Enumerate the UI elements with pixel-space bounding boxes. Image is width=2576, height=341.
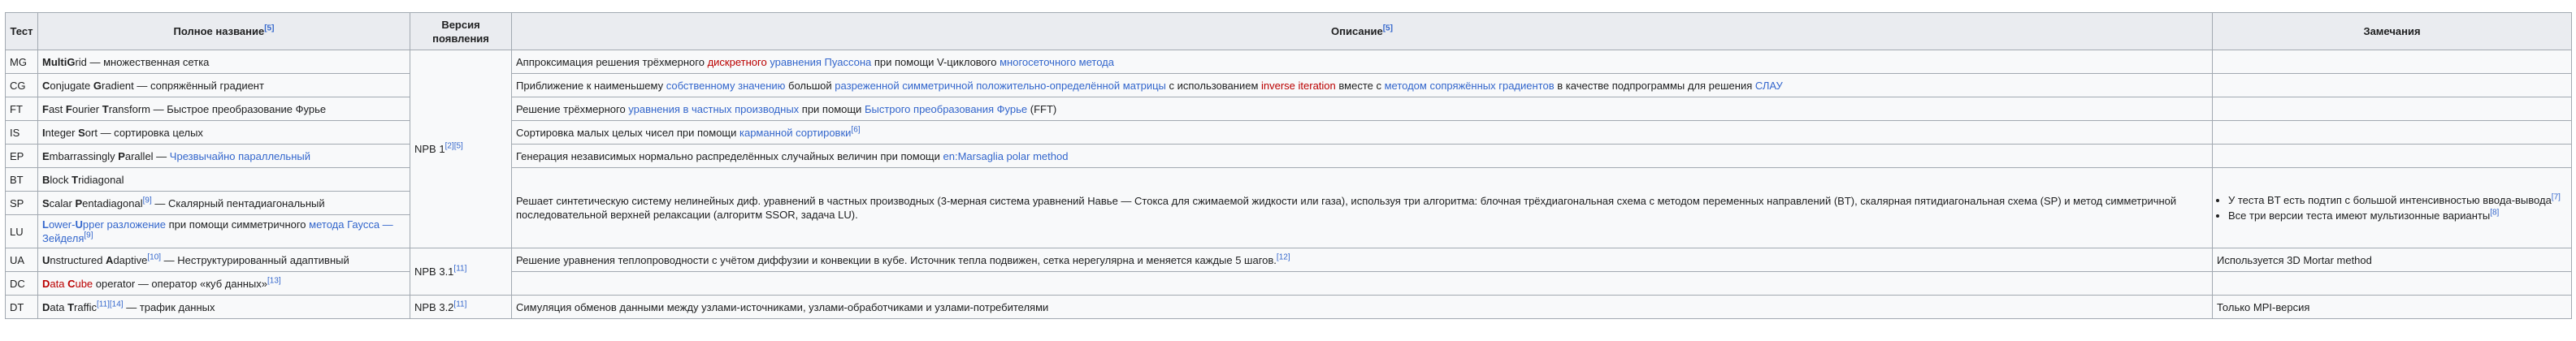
table-row: UA Unstructured Adaptive[10] — Неструкту… [5,248,2572,296]
npb-benchmarks-table: Тест Полное название[5] Версия появления… [5,12,2572,319]
footnote-ref[interactable]: [11] [453,265,466,274]
table-row: DT Data Traffic[11][14] — трафик данных … [5,295,2572,319]
notes-cell: Только MPI-версия [2212,295,2572,319]
version-cell: NPB 3.1[11] [410,248,512,296]
footnote-ref[interactable]: [6] [851,125,860,134]
description: Решает синтетическую систему нелинейных … [511,167,2213,248]
footnote-ref[interactable]: [9] [84,231,93,240]
test-code: LU [5,214,38,248]
footnote-ref[interactable]: [2][5] [445,142,463,151]
link[interactable]: уравнения Пуассона [770,56,871,68]
description: Аппроксимация решения трёхмерного дискре… [511,50,2213,74]
footnote-ref[interactable]: [5] [1383,24,1393,33]
full-name: Data Cube operator — оператор «куб данны… [37,271,410,296]
link[interactable]: Чрезвычайно параллельный [170,150,310,162]
test-code: DC [5,271,38,296]
notes-cell [2212,50,2572,74]
description: Генерация независимых нормально распреде… [511,144,2213,168]
header-full-name[interactable]: Полное название[5] [37,12,410,50]
test-code: CG [5,73,38,97]
notes-cell [2212,144,2572,168]
full-name: Integer Sort — сортировка целых [37,120,410,145]
header-test[interactable]: Тест [5,12,38,50]
footnote-ref[interactable]: [12] [1277,253,1290,261]
link[interactable]: СЛАУ [1755,80,1783,92]
footnote-ref[interactable]: [11] [453,300,466,309]
notes-cell [2212,271,2572,296]
table-row: CG Conjugate Gradient — сопряжённый град… [5,73,2572,97]
table-row: EP Embarrassingly Parallel — Чрезвычайно… [5,144,2572,168]
link[interactable]: en:Marsaglia polar method [943,150,1069,162]
link[interactable]: собственному значению [666,80,786,92]
link[interactable]: уравнения в частных производных [628,103,799,115]
link[interactable]: многосеточного метода [1000,56,1114,68]
full-name: Scalar Pentadiagonal[9] — Скалярный пент… [37,191,410,215]
header-description[interactable]: Описание[5] [511,12,2213,50]
header-row: Тест Полное название[5] Версия появления… [5,12,2572,50]
footnote-ref[interactable]: [5] [264,24,274,33]
full-name: Data Traffic[11][14] — трафик данных [37,295,410,319]
test-code: FT [5,97,38,121]
full-name: MultiGrid — множественная сетка [37,50,410,74]
header-version[interactable]: Версия появления [410,12,512,50]
link[interactable]: карманной сортировки [739,127,851,139]
version-cell: NPB 1[2][5] [410,50,512,248]
notes-cell [2212,97,2572,121]
full-name: Unstructured Adaptive[10] — Неструктурир… [37,248,410,272]
description: Приближение к наименьшему собственному з… [511,73,2213,97]
full-name: Block Tridiagonal [37,167,410,192]
full-name: Lower-Upper разложение при помощи симмет… [37,214,410,248]
description: Симуляция обменов данными между узлами-и… [511,295,2213,319]
description [511,271,2213,296]
table-row: BT Block Tridiagonal Решает синтетическу… [5,167,2572,248]
list-item: Все три версии теста имеют мультизонные … [2228,209,2567,222]
description: Решение уравнения теплопроводности с учё… [511,248,2213,272]
full-name: Fast Fourier Transform — Быстрое преобра… [37,97,410,121]
footnote-ref[interactable]: [7] [2552,193,2561,202]
test-code: UA [5,248,38,272]
notes-cell [2212,120,2572,145]
notes-cell: У теста BT есть подтип с большой интенси… [2212,167,2572,248]
notes-cell: Используется 3D Mortar method [2212,248,2572,272]
header-notes[interactable]: Замечания [2212,12,2572,50]
notes-list: У теста BT есть подтип с большой интенси… [2217,193,2567,222]
description: Сортировка малых целых чисел при помощи … [511,120,2213,145]
link[interactable]: Lower-Upper разложение [42,218,166,231]
test-code: DT [5,295,38,319]
test-code: SP [5,191,38,215]
full-name: Embarrassingly Parallel — Чрезвычайно па… [37,144,410,168]
version-cell: NPB 3.2[11] [410,295,512,319]
redlink[interactable]: inverse iteration [1261,80,1336,92]
test-code: BT [5,167,38,192]
table-row: FT Fast Fourier Transform — Быстрое прео… [5,97,2572,121]
test-code: MG [5,50,38,74]
table-row: DC Data Cube operator — оператор «куб да… [5,271,2572,296]
footnote-ref[interactable]: [11][14] [97,300,124,309]
footnote-ref[interactable]: [13] [267,276,281,285]
table-row: MG MultiGrid — множественная сетка NPB 1… [5,50,2572,248]
list-item: У теста BT есть подтип с большой интенси… [2228,193,2567,207]
redlink[interactable]: дискретного [708,56,767,68]
link[interactable]: методом сопряжённых градиентов [1385,80,1555,92]
redlink[interactable]: Data Cube [42,278,93,290]
full-name: Conjugate Gradient — сопряжённый градиен… [37,73,410,97]
test-code: IS [5,120,38,145]
description: Решение трёхмерного уравнения в частных … [511,97,2213,121]
footnote-ref[interactable]: [10] [147,253,161,261]
table-row: IS Integer Sort — сортировка целых Сорти… [5,120,2572,145]
footnote-ref[interactable]: [8] [2490,209,2499,218]
notes-cell [2212,73,2572,97]
test-code: EP [5,144,38,168]
link[interactable]: разреженной симметричной положительно-оп… [835,80,1166,92]
link[interactable]: Быстрого преобразования Фурье [865,103,1027,115]
footnote-ref[interactable]: [9] [143,196,152,205]
